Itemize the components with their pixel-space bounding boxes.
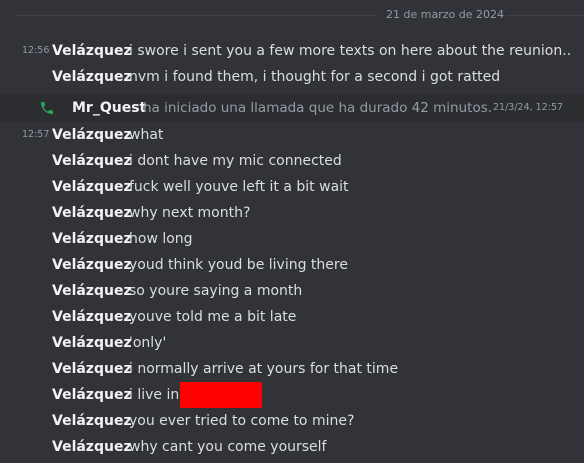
message-author[interactable]: Velázquez	[52, 434, 132, 460]
phone-icon	[41, 102, 53, 114]
message-text: how long	[129, 231, 193, 247]
message-text: nvm i found them, i thought for a second…	[129, 69, 501, 85]
call-timestamp: 21/3/24, 12:57	[493, 102, 564, 113]
message-text: why cant you come yourself	[129, 439, 327, 455]
date-divider-label: 21 de marzo de 2024	[386, 8, 504, 21]
message-author[interactable]: Velázquez	[52, 38, 132, 64]
message-author[interactable]: Velázquez	[52, 174, 132, 200]
divider-line	[16, 15, 376, 16]
message-text: why next month?	[129, 205, 251, 221]
message-text: youve told me a bit late	[129, 309, 297, 325]
message-row[interactable]: Velázquez i normally arrive at yours for…	[0, 356, 584, 382]
message-row[interactable]: Velázquez why next month?	[0, 200, 584, 226]
message-author[interactable]: Velázquez	[52, 304, 132, 330]
message-row[interactable]: Velázquez you ever tried to come to mine…	[0, 408, 584, 434]
message-text: 'only'	[129, 335, 167, 351]
message-author[interactable]: Velázquez	[52, 330, 132, 356]
message-text: i normally arrive at yours for that time	[129, 361, 399, 377]
redaction-box	[180, 382, 263, 408]
message-text-content: i live in	[129, 387, 180, 403]
message-author[interactable]: Velázquez	[52, 382, 132, 408]
call-text: ha iniciado una llamada que ha durado 42…	[143, 100, 493, 116]
message-row[interactable]: 12:56 Velázquez i swore i sent you a few…	[0, 38, 584, 64]
message-row[interactable]: Velázquez youd think youd be living ther…	[0, 252, 584, 278]
message-row[interactable]: Velázquez why cant you come yourself	[0, 434, 584, 460]
divider-line	[506, 15, 584, 16]
message-text: you ever tried to come to mine?	[129, 413, 355, 429]
message-text: youd think youd be living there	[129, 257, 348, 273]
message-row[interactable]: Velázquez so youre saying a month	[0, 278, 584, 304]
message-text: i dont have my mic connected	[129, 153, 342, 169]
message-row[interactable]: Velázquez nvm i found them, i thought fo…	[0, 64, 584, 90]
message-text: fuck well youve left it a bit wait	[129, 179, 349, 195]
message-text: i swore i sent you a few more texts on h…	[129, 43, 572, 59]
message-author[interactable]: Velázquez	[52, 200, 132, 226]
message-row[interactable]: Velázquez i dont have my mic connected	[0, 148, 584, 174]
message-text: so youre saying a month	[129, 283, 303, 299]
date-divider: 21 de marzo de 2024	[0, 6, 584, 24]
message-row[interactable]: Velázquez i live in	[0, 382, 584, 408]
message-row[interactable]: 12:57 Velázquez what	[0, 122, 584, 148]
message-author[interactable]: Velázquez	[52, 226, 132, 252]
message-author[interactable]: Velázquez	[52, 278, 132, 304]
call-system-message[interactable]: Mr_Quest ha iniciado una llamada que ha …	[0, 94, 584, 122]
message-author[interactable]: Velázquez	[52, 356, 132, 382]
message-text: i live in	[129, 382, 263, 408]
call-author[interactable]: Mr_Quest	[72, 94, 146, 122]
message-row[interactable]: Velázquez how long	[0, 226, 584, 252]
message-author[interactable]: Velázquez	[52, 252, 132, 278]
message-row[interactable]: Velázquez 'only'	[0, 330, 584, 356]
message-text: what	[129, 127, 164, 143]
message-timestamp: 12:56	[22, 45, 50, 56]
message-row[interactable]: Velázquez fuck well youve left it a bit …	[0, 174, 584, 200]
message-author[interactable]: Velázquez	[52, 122, 132, 148]
message-row[interactable]: Velázquez youve told me a bit late	[0, 304, 584, 330]
message-timestamp: 12:57	[22, 129, 50, 140]
message-author[interactable]: Velázquez	[52, 64, 132, 90]
message-author[interactable]: Velázquez	[52, 148, 132, 174]
message-author[interactable]: Velázquez	[52, 408, 132, 434]
